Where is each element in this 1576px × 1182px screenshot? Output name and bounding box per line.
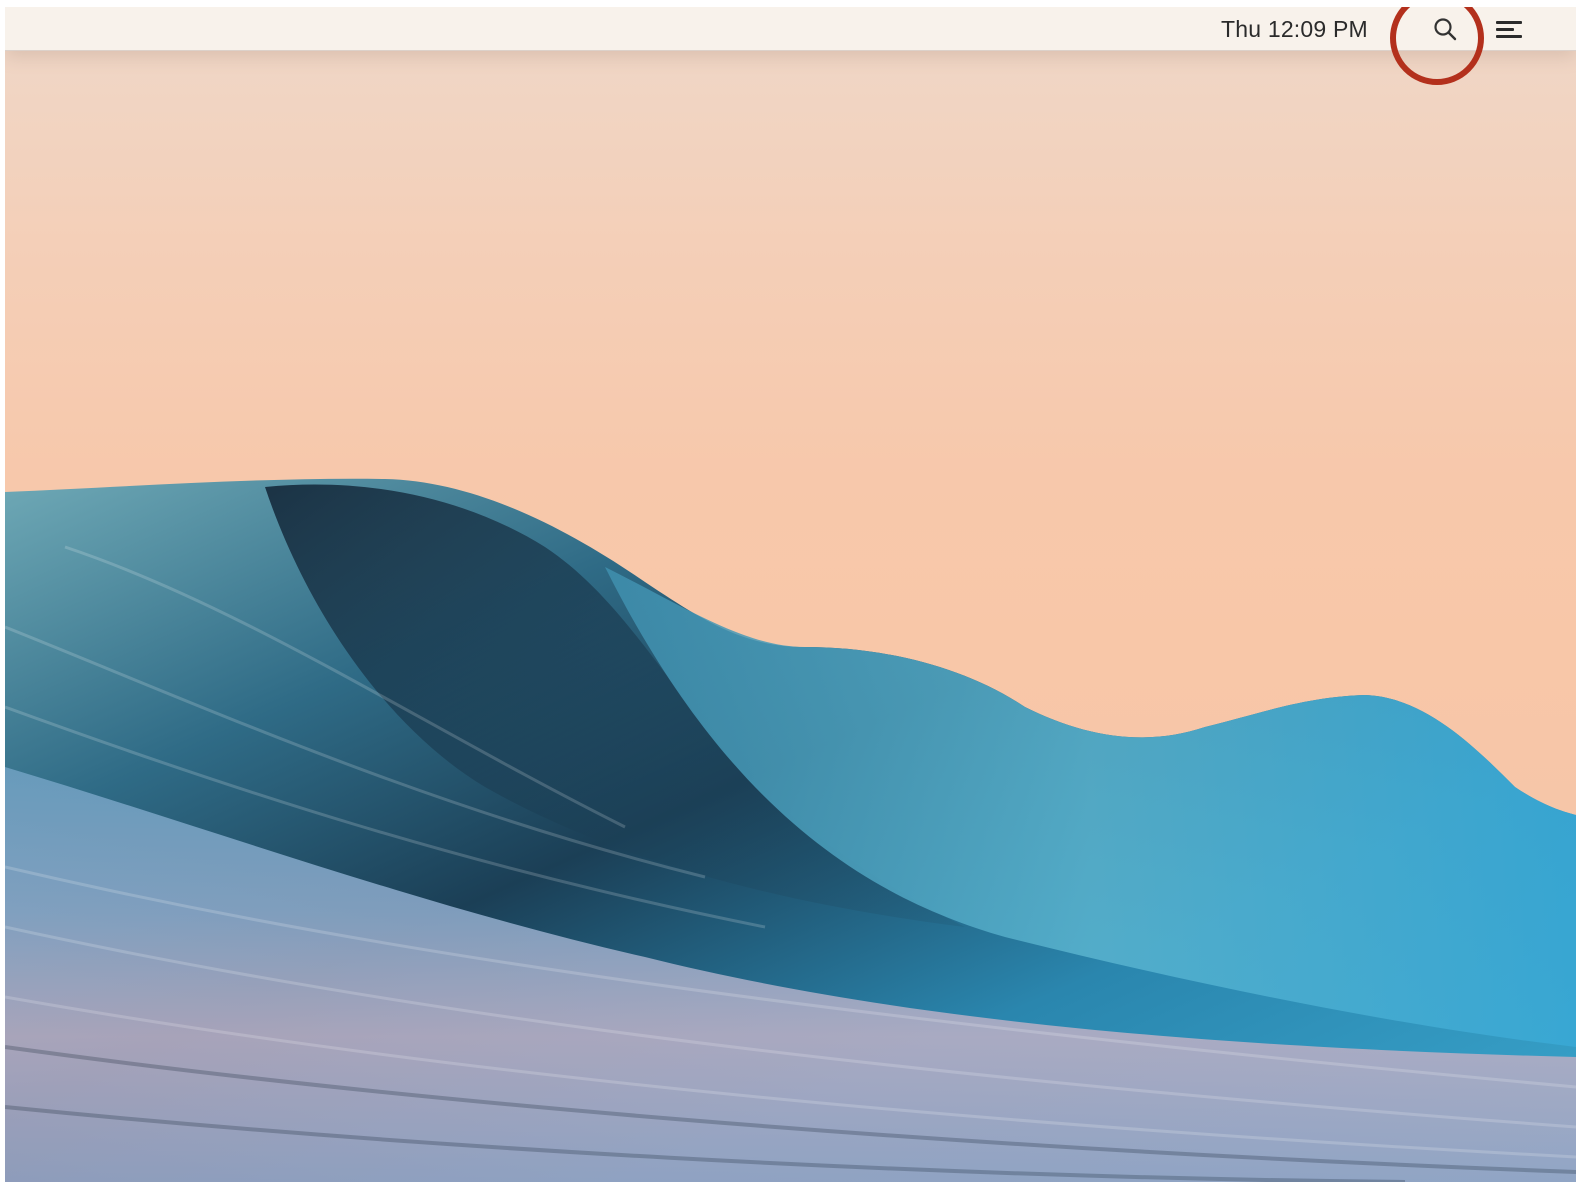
search-icon	[1434, 18, 1457, 41]
notification-center-button[interactable]	[1493, 15, 1527, 45]
notification-center-icon	[1496, 21, 1522, 38]
screen-left-border	[0, 0, 5, 1182]
wallpaper-image	[5, 478, 1576, 1182]
screen: Thu 12:09 PM	[0, 0, 1576, 1182]
desktop[interactable]: Thu 12:09 PM	[5, 7, 1576, 1182]
menubar-clock[interactable]: Thu 12:09 PM	[1221, 16, 1368, 43]
menu-bar: Thu 12:09 PM	[5, 7, 1576, 51]
spotlight-search-button[interactable]	[1429, 13, 1463, 47]
screen-top-border	[0, 0, 1576, 7]
